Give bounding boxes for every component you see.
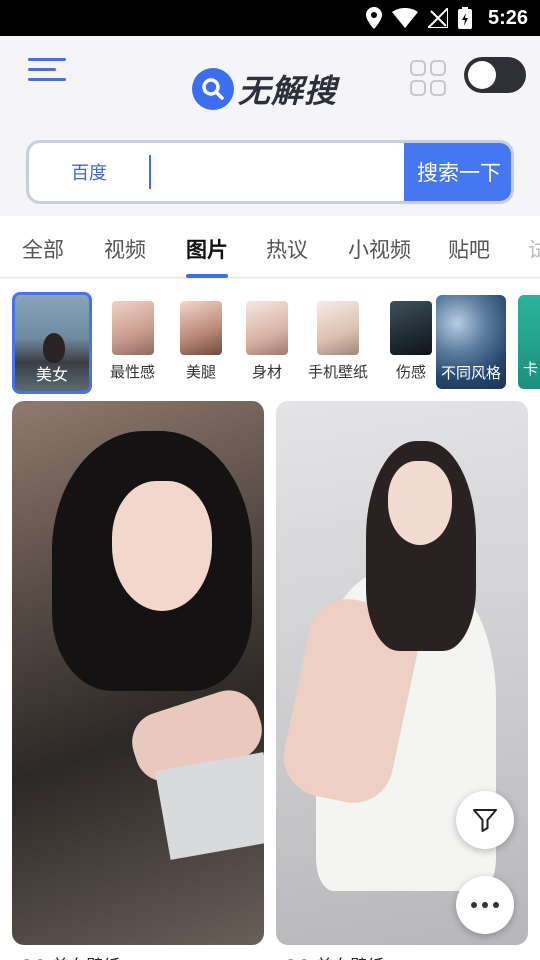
tab-all[interactable]: 全部	[22, 234, 64, 264]
category-styles[interactable]: 不同风格	[436, 295, 506, 389]
image-card[interactable]	[12, 401, 264, 945]
search-engine-selector[interactable]: 百度	[29, 143, 149, 201]
tab-images[interactable]: 图片	[186, 234, 228, 264]
category-wallpaper[interactable]: 手机壁纸	[308, 301, 368, 382]
image-card[interactable]	[276, 401, 528, 945]
wifi-icon	[391, 8, 418, 28]
category-tabs: 全部 视频 图片 热议 小视频 贴吧 试	[0, 216, 540, 278]
battery-charging-icon	[457, 7, 472, 29]
tab-tieba[interactable]: 贴吧	[448, 234, 490, 264]
category-thumb	[111, 301, 154, 355]
toggle-knob	[468, 61, 496, 89]
category-thumb	[317, 301, 359, 355]
tab-hot[interactable]: 热议	[266, 234, 308, 264]
tab-video[interactable]: 视频	[104, 234, 146, 264]
category-thumb	[246, 301, 288, 355]
category-beauty[interactable]: 美女	[12, 292, 92, 394]
image-categories: 美女 最性感 美腿 身材 手机壁纸 伤感 不同风格 卡	[0, 279, 540, 399]
category-thumb	[180, 301, 222, 355]
category-label: 身材	[251, 363, 282, 381]
status-time: 5:26	[487, 6, 528, 29]
category-sexy[interactable]: 最性感	[110, 301, 155, 382]
more-button[interactable]	[456, 876, 514, 934]
category-sad[interactable]: 伤感	[390, 301, 432, 382]
grid-icon[interactable]	[410, 60, 446, 96]
app-header: 无解搜 百度 搜索一下	[0, 36, 540, 216]
filter-button[interactable]	[456, 791, 514, 849]
category-label: 伤感	[395, 363, 426, 381]
tab-cut-off[interactable]: 试	[528, 234, 540, 264]
category-label: 卡	[523, 360, 539, 378]
logo-text: 无解搜	[238, 72, 338, 110]
theme-toggle[interactable]	[464, 57, 526, 93]
no-signal-icon	[427, 8, 448, 28]
search-button[interactable]: 搜索一下	[404, 143, 511, 201]
category-label: 美女	[35, 365, 68, 384]
image-feed	[0, 399, 540, 960]
category-thumb	[43, 333, 65, 363]
menu-icon[interactable]	[28, 56, 68, 84]
image-caption: QQ 美女壁纸	[20, 952, 120, 960]
image-caption: QQ 美女壁纸	[284, 952, 384, 960]
active-tab-indicator	[186, 274, 228, 278]
logo-search-icon	[192, 68, 234, 110]
category-figure[interactable]: 身材	[246, 301, 288, 382]
search-bar: 百度 搜索一下	[26, 140, 514, 204]
more-icon	[471, 902, 499, 908]
status-bar: 5:26	[0, 0, 540, 36]
category-label: 手机壁纸	[308, 363, 369, 381]
filter-icon	[473, 809, 497, 832]
location-icon	[365, 7, 382, 29]
category-cut-off[interactable]: 卡	[518, 295, 540, 389]
tab-short-video[interactable]: 小视频	[348, 234, 411, 264]
category-thumb	[390, 301, 432, 355]
app-logo: 无解搜	[192, 66, 337, 112]
category-legs[interactable]: 美腿	[180, 301, 222, 382]
category-label: 美腿	[185, 363, 216, 381]
category-label: 不同风格	[440, 364, 501, 382]
status-icons: 5:26	[365, 0, 528, 36]
category-label: 最性感	[110, 363, 156, 381]
